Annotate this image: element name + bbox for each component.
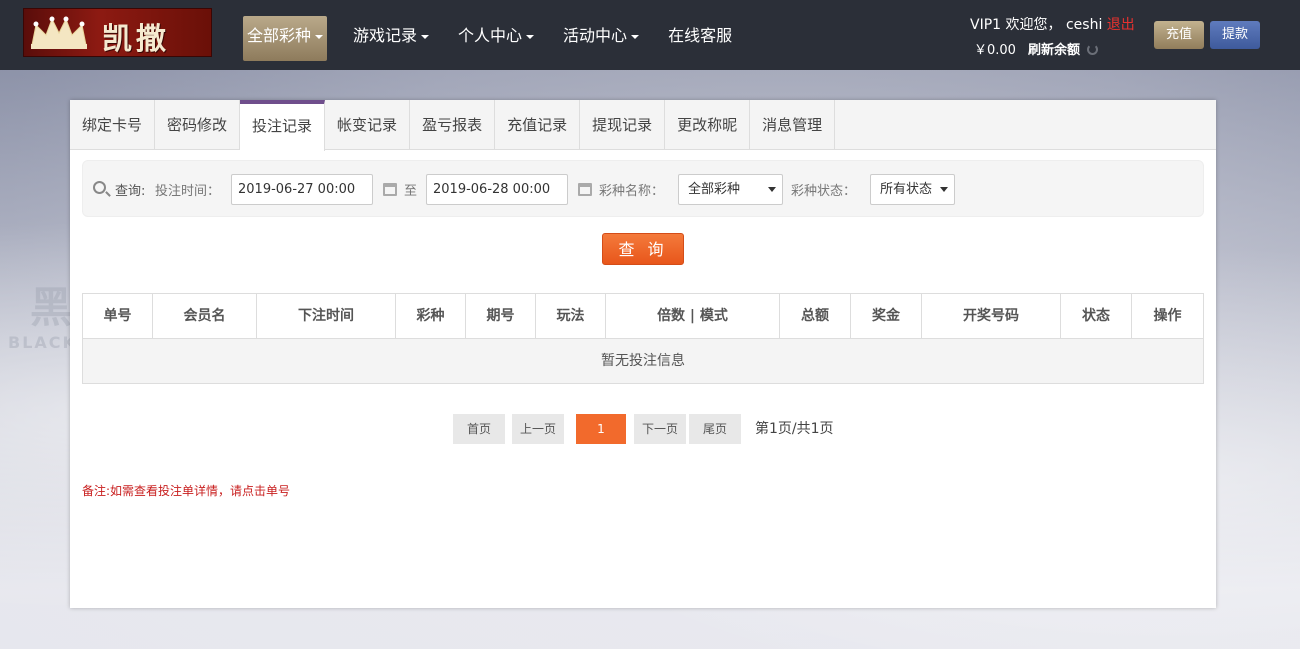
tab-bind-card[interactable]: 绑定卡号 bbox=[70, 100, 156, 150]
nav-game-records[interactable]: 游戏记录 bbox=[348, 16, 434, 61]
dropdown-arrow-icon bbox=[768, 187, 776, 192]
lottery-select[interactable]: 全部彩种 bbox=[678, 174, 783, 205]
empty-table-row: 暂无投注信息 bbox=[83, 339, 1203, 383]
col-order-no: 单号 bbox=[83, 294, 153, 339]
lottery-name-label: 彩种名称： bbox=[599, 184, 665, 199]
lottery-select-value: 全部彩种 bbox=[688, 182, 741, 197]
nav-label: 游戏记录 bbox=[353, 26, 418, 45]
tab-account-changes[interactable]: 帐变记录 bbox=[325, 100, 411, 150]
logo-text: 凯撒 bbox=[102, 22, 170, 57]
tab-withdraw-records[interactable]: 提现记录 bbox=[580, 100, 666, 150]
col-winning-numbers: 开奖号码 bbox=[922, 294, 1061, 339]
bet-records-table: 单号 会员名 下注时间 彩种 期号 玩法 倍数 | 模式 总额 奖金 开奖号码 … bbox=[82, 293, 1204, 384]
top-header: 凯撒 全部彩种 游戏记录 个人中心 活动中心 在线客服 VIP1 欢迎您， ce… bbox=[0, 0, 1300, 70]
main-nav: 全部彩种 游戏记录 个人中心 活动中心 在线客服 bbox=[243, 16, 756, 61]
col-multiple-mode: 倍数 | 模式 bbox=[606, 294, 780, 339]
col-period: 期号 bbox=[466, 294, 536, 339]
dropdown-arrow-icon bbox=[940, 187, 948, 192]
account-tabs: 绑定卡号 密码修改 投注记录 帐变记录 盈亏报表 充值记录 提现记录 更改称昵 … bbox=[70, 100, 1216, 151]
nav-label: 个人中心 bbox=[458, 26, 523, 45]
caret-down-icon bbox=[526, 34, 535, 39]
table-header: 单号 会员名 下注时间 彩种 期号 玩法 倍数 | 模式 总额 奖金 开奖号码 … bbox=[83, 294, 1203, 339]
calendar-icon[interactable] bbox=[383, 183, 397, 196]
col-lottery: 彩种 bbox=[396, 294, 466, 339]
col-total: 总额 bbox=[780, 294, 851, 339]
crown-icon bbox=[31, 16, 87, 49]
nav-all-lottery[interactable]: 全部彩种 bbox=[243, 16, 328, 61]
withdraw-button[interactable]: 提款 bbox=[1210, 21, 1260, 49]
user-welcome: VIP1 欢迎您， ceshi 退出 bbox=[970, 14, 1135, 34]
col-member-name: 会员名 bbox=[153, 294, 257, 339]
col-prize: 奖金 bbox=[851, 294, 922, 339]
start-time-input[interactable]: 2019-06-27 00:00 bbox=[231, 174, 373, 205]
col-play-type: 玩法 bbox=[536, 294, 606, 339]
col-action: 操作 bbox=[1153, 308, 1182, 324]
welcome-text: 欢迎您， bbox=[1005, 17, 1062, 33]
balance-line: ￥0.00 刷新余额 bbox=[974, 39, 1098, 58]
to-label: 至 bbox=[404, 184, 418, 199]
next-page-button[interactable]: 下一页 bbox=[634, 414, 686, 444]
lottery-status-label: 彩种状态： bbox=[791, 184, 857, 199]
recharge-button[interactable]: 充值 bbox=[1154, 21, 1204, 49]
tab-profit-loss-report[interactable]: 盈亏报表 bbox=[410, 100, 496, 150]
tab-bet-records[interactable]: 投注记录 bbox=[240, 100, 326, 151]
calendar-icon[interactable] bbox=[578, 183, 592, 196]
caret-down-icon bbox=[315, 34, 324, 39]
content-panel: 绑定卡号 密码修改 投注记录 帐变记录 盈亏报表 充值记录 提现记录 更改称昵 … bbox=[70, 100, 1216, 608]
col-status: 状态 bbox=[1061, 294, 1132, 339]
nav-label: 在线客服 bbox=[668, 26, 733, 45]
pagination: 首页 上一页 1 下一页 尾页 第1页/共1页 bbox=[70, 414, 1216, 444]
status-select-value: 所有状态 bbox=[880, 182, 933, 197]
nav-activity-center[interactable]: 活动中心 bbox=[558, 16, 644, 61]
tab-change-password[interactable]: 密码修改 bbox=[155, 100, 241, 150]
vip-level: VIP1 bbox=[970, 17, 1002, 33]
first-page-button[interactable]: 首页 bbox=[453, 414, 505, 444]
balance-amount: ￥0.00 bbox=[974, 43, 1016, 58]
site-logo[interactable]: 凯撒 bbox=[23, 8, 212, 57]
status-select[interactable]: 所有状态 bbox=[870, 174, 955, 205]
query-label: 查询: bbox=[115, 184, 146, 199]
remark-note: 备注:如需查看投注单详情，请点击单号 bbox=[82, 484, 291, 498]
tab-change-nickname[interactable]: 更改称昵 bbox=[665, 100, 751, 150]
logout-link[interactable]: 退出 bbox=[1107, 17, 1135, 33]
tab-recharge-records[interactable]: 充值记录 bbox=[495, 100, 581, 150]
col-bet-time: 下注时间 bbox=[257, 294, 396, 339]
username: ceshi bbox=[1065, 17, 1103, 33]
refresh-balance-link[interactable]: 刷新余额 bbox=[1028, 43, 1080, 58]
page-info: 第1页/共1页 bbox=[755, 421, 834, 437]
refresh-icon[interactable] bbox=[1086, 44, 1098, 55]
bet-time-label: 投注时间： bbox=[155, 184, 221, 199]
last-page-button[interactable]: 尾页 bbox=[689, 414, 741, 444]
prev-page-button[interactable]: 上一页 bbox=[512, 414, 564, 444]
nav-online-service[interactable]: 在线客服 bbox=[663, 16, 737, 61]
caret-down-icon bbox=[631, 34, 640, 39]
query-button[interactable]: 查 询 bbox=[602, 233, 684, 265]
nav-label: 活动中心 bbox=[563, 26, 628, 45]
search-icon bbox=[93, 181, 106, 194]
search-filter-bar: 查询: 投注时间： 2019-06-27 00:00 至 2019-06-28 … bbox=[82, 160, 1204, 217]
end-time-input[interactable]: 2019-06-28 00:00 bbox=[426, 174, 568, 205]
nav-label: 全部彩种 bbox=[247, 26, 312, 45]
tab-message-management[interactable]: 消息管理 bbox=[750, 100, 836, 150]
nav-personal-center[interactable]: 个人中心 bbox=[453, 16, 539, 61]
caret-down-icon bbox=[421, 34, 430, 39]
current-page-button[interactable]: 1 bbox=[576, 414, 626, 444]
